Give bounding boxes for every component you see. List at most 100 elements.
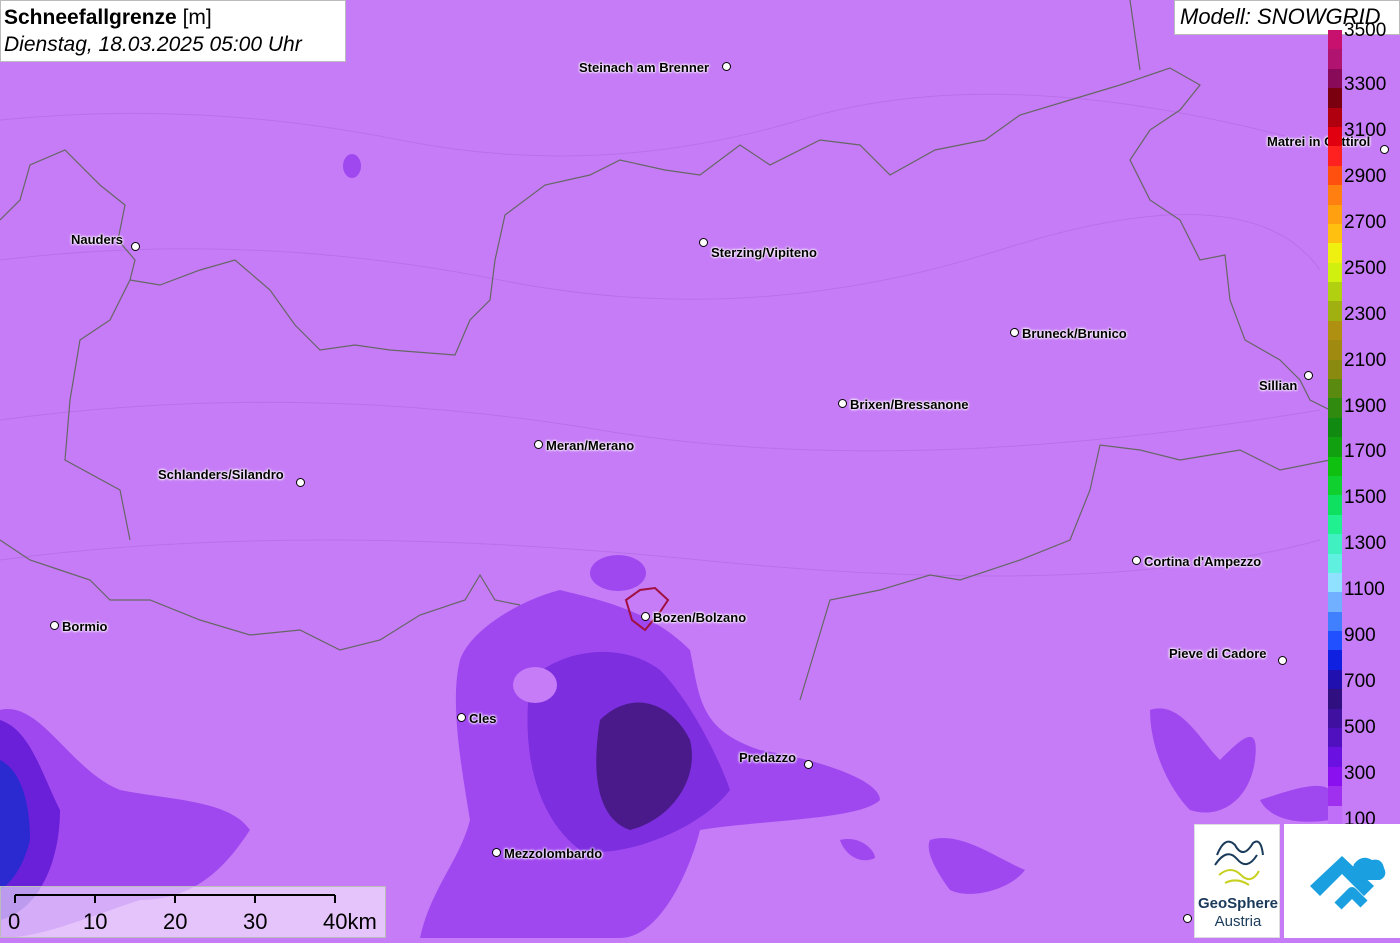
city-label: Meran/Merano	[546, 438, 635, 453]
city-marker[interactable]	[804, 760, 813, 769]
legend-swatch	[1328, 669, 1342, 690]
city-marker[interactable]	[1132, 556, 1141, 565]
city-marker[interactable]	[722, 62, 731, 71]
legend-swatch	[1328, 68, 1342, 89]
title-box: Schneefallgrenze [m] Dienstag, 18.03.202…	[0, 0, 346, 62]
legend-swatch	[1328, 359, 1342, 380]
city-label: Bruneck/Brunico	[1022, 326, 1127, 341]
city-label: Bormio	[62, 619, 108, 634]
city-marker[interactable]	[534, 440, 543, 449]
legend-swatch	[1328, 107, 1342, 128]
legend-label: 2300	[1344, 303, 1387, 325]
city-marker[interactable]	[838, 399, 847, 408]
legend-swatch	[1328, 398, 1342, 419]
legend-label: 1700	[1344, 441, 1387, 463]
city-marker[interactable]	[457, 713, 466, 722]
legend-label: 1300	[1344, 533, 1387, 555]
legend-label: 500	[1344, 717, 1376, 739]
legend-label: 3100	[1344, 119, 1387, 141]
legend-swatch	[1328, 30, 1342, 50]
snowgrid-logo[interactable]	[1284, 824, 1400, 938]
legend-swatch	[1328, 301, 1342, 322]
legend-label: 1100	[1344, 579, 1385, 601]
legend-swatch	[1328, 650, 1342, 671]
legend-label: 1900	[1344, 395, 1387, 417]
snowgrid-logo-icon	[1310, 856, 1386, 910]
city-label: Mezzolombardo	[504, 846, 603, 861]
map-datetime: Dienstag, 18.03.2025 05:00 Uhr	[4, 33, 302, 56]
city-label: Schlanders/Silandro	[158, 467, 284, 482]
legend-swatch	[1328, 437, 1342, 458]
legend-swatch	[1328, 379, 1342, 399]
city-label: Predazzo	[739, 750, 797, 765]
city-label: Steinach am Brenner	[579, 60, 710, 75]
city-marker[interactable]	[492, 848, 501, 857]
legend-swatch	[1328, 708, 1342, 729]
legend-swatch	[1328, 185, 1342, 205]
legend-swatch	[1328, 514, 1342, 535]
scale-bar: 0 10 20 30 40km	[0, 886, 386, 938]
legend-swatch	[1328, 553, 1342, 574]
city-marker[interactable]	[641, 612, 650, 621]
legend-swatch	[1328, 747, 1342, 768]
legend-swatch	[1328, 728, 1342, 748]
legend-swatch	[1328, 786, 1342, 807]
legend-swatch	[1328, 592, 1342, 613]
geosphere-emblem-icon	[1214, 840, 1264, 886]
legend-label: 2900	[1344, 165, 1387, 187]
legend-swatch	[1328, 417, 1342, 438]
city-label: Cortina d'Ampezzo	[1144, 554, 1262, 569]
legend-swatch	[1328, 805, 1342, 826]
scale-tick-label: 30	[243, 909, 268, 934]
legend-swatch	[1328, 49, 1342, 70]
logo-text: Austria	[1214, 913, 1262, 930]
city-label: Bozen/Bolzano	[653, 610, 747, 625]
legend-swatch	[1328, 88, 1342, 109]
legend-label: 900	[1344, 625, 1376, 647]
city-label: Cles	[469, 711, 497, 726]
legend-swatch	[1328, 572, 1342, 593]
legend-swatch	[1328, 126, 1342, 147]
legend-label: 3300	[1344, 73, 1387, 95]
legend-label: 2700	[1344, 211, 1387, 233]
city-label: Sillian	[1259, 378, 1298, 393]
city-marker[interactable]	[50, 621, 59, 630]
city-label: Nauders	[71, 232, 124, 247]
legend-swatch	[1328, 495, 1342, 516]
city-marker[interactable]	[699, 238, 708, 247]
geosphere-logo[interactable]: GeoSphere Austria	[1194, 824, 1280, 938]
legend-label: 1500	[1344, 487, 1387, 509]
legend-swatch	[1328, 475, 1342, 496]
legend-label: 300	[1344, 763, 1376, 785]
city-marker[interactable]	[296, 478, 305, 487]
map-unit: [m]	[182, 6, 212, 29]
city-marker[interactable]	[1183, 914, 1192, 923]
legend-swatch	[1328, 204, 1342, 225]
legend-swatch	[1328, 262, 1342, 283]
legend-swatch	[1328, 282, 1342, 302]
legend-swatch	[1328, 165, 1342, 186]
map-title: Schneefallgrenze	[4, 6, 177, 29]
city-label: Sterzing/Vipiteno	[711, 245, 817, 260]
legend-swatch	[1328, 223, 1342, 244]
legend-swatch	[1328, 456, 1342, 477]
logo-text: GeoSphere	[1197, 895, 1279, 912]
scale-tick-label: 20	[163, 909, 188, 934]
legend-label: 2100	[1344, 349, 1387, 371]
legend-swatch	[1328, 631, 1342, 651]
color-legend: 3500 3300 3100 2900 2700 2500 2300 2100 1900 1700…	[1328, 20, 1400, 830]
city-label: Brixen/Bressanone	[850, 397, 969, 412]
legend-label: 700	[1344, 671, 1376, 693]
legend-label: 3500	[1344, 20, 1387, 41]
legend-swatch	[1328, 611, 1342, 632]
city-marker[interactable]	[1010, 328, 1019, 337]
legend-swatch	[1328, 689, 1342, 710]
legend-swatch	[1328, 320, 1342, 341]
scale-tick-label: 10	[83, 909, 108, 934]
legend-swatch	[1328, 243, 1342, 264]
scale-tick-label: 40km	[323, 909, 377, 934]
city-marker[interactable]	[131, 242, 140, 251]
city-marker[interactable]	[1304, 371, 1313, 380]
scale-tick-label: 0	[8, 909, 21, 934]
city-marker[interactable]	[1278, 656, 1287, 665]
